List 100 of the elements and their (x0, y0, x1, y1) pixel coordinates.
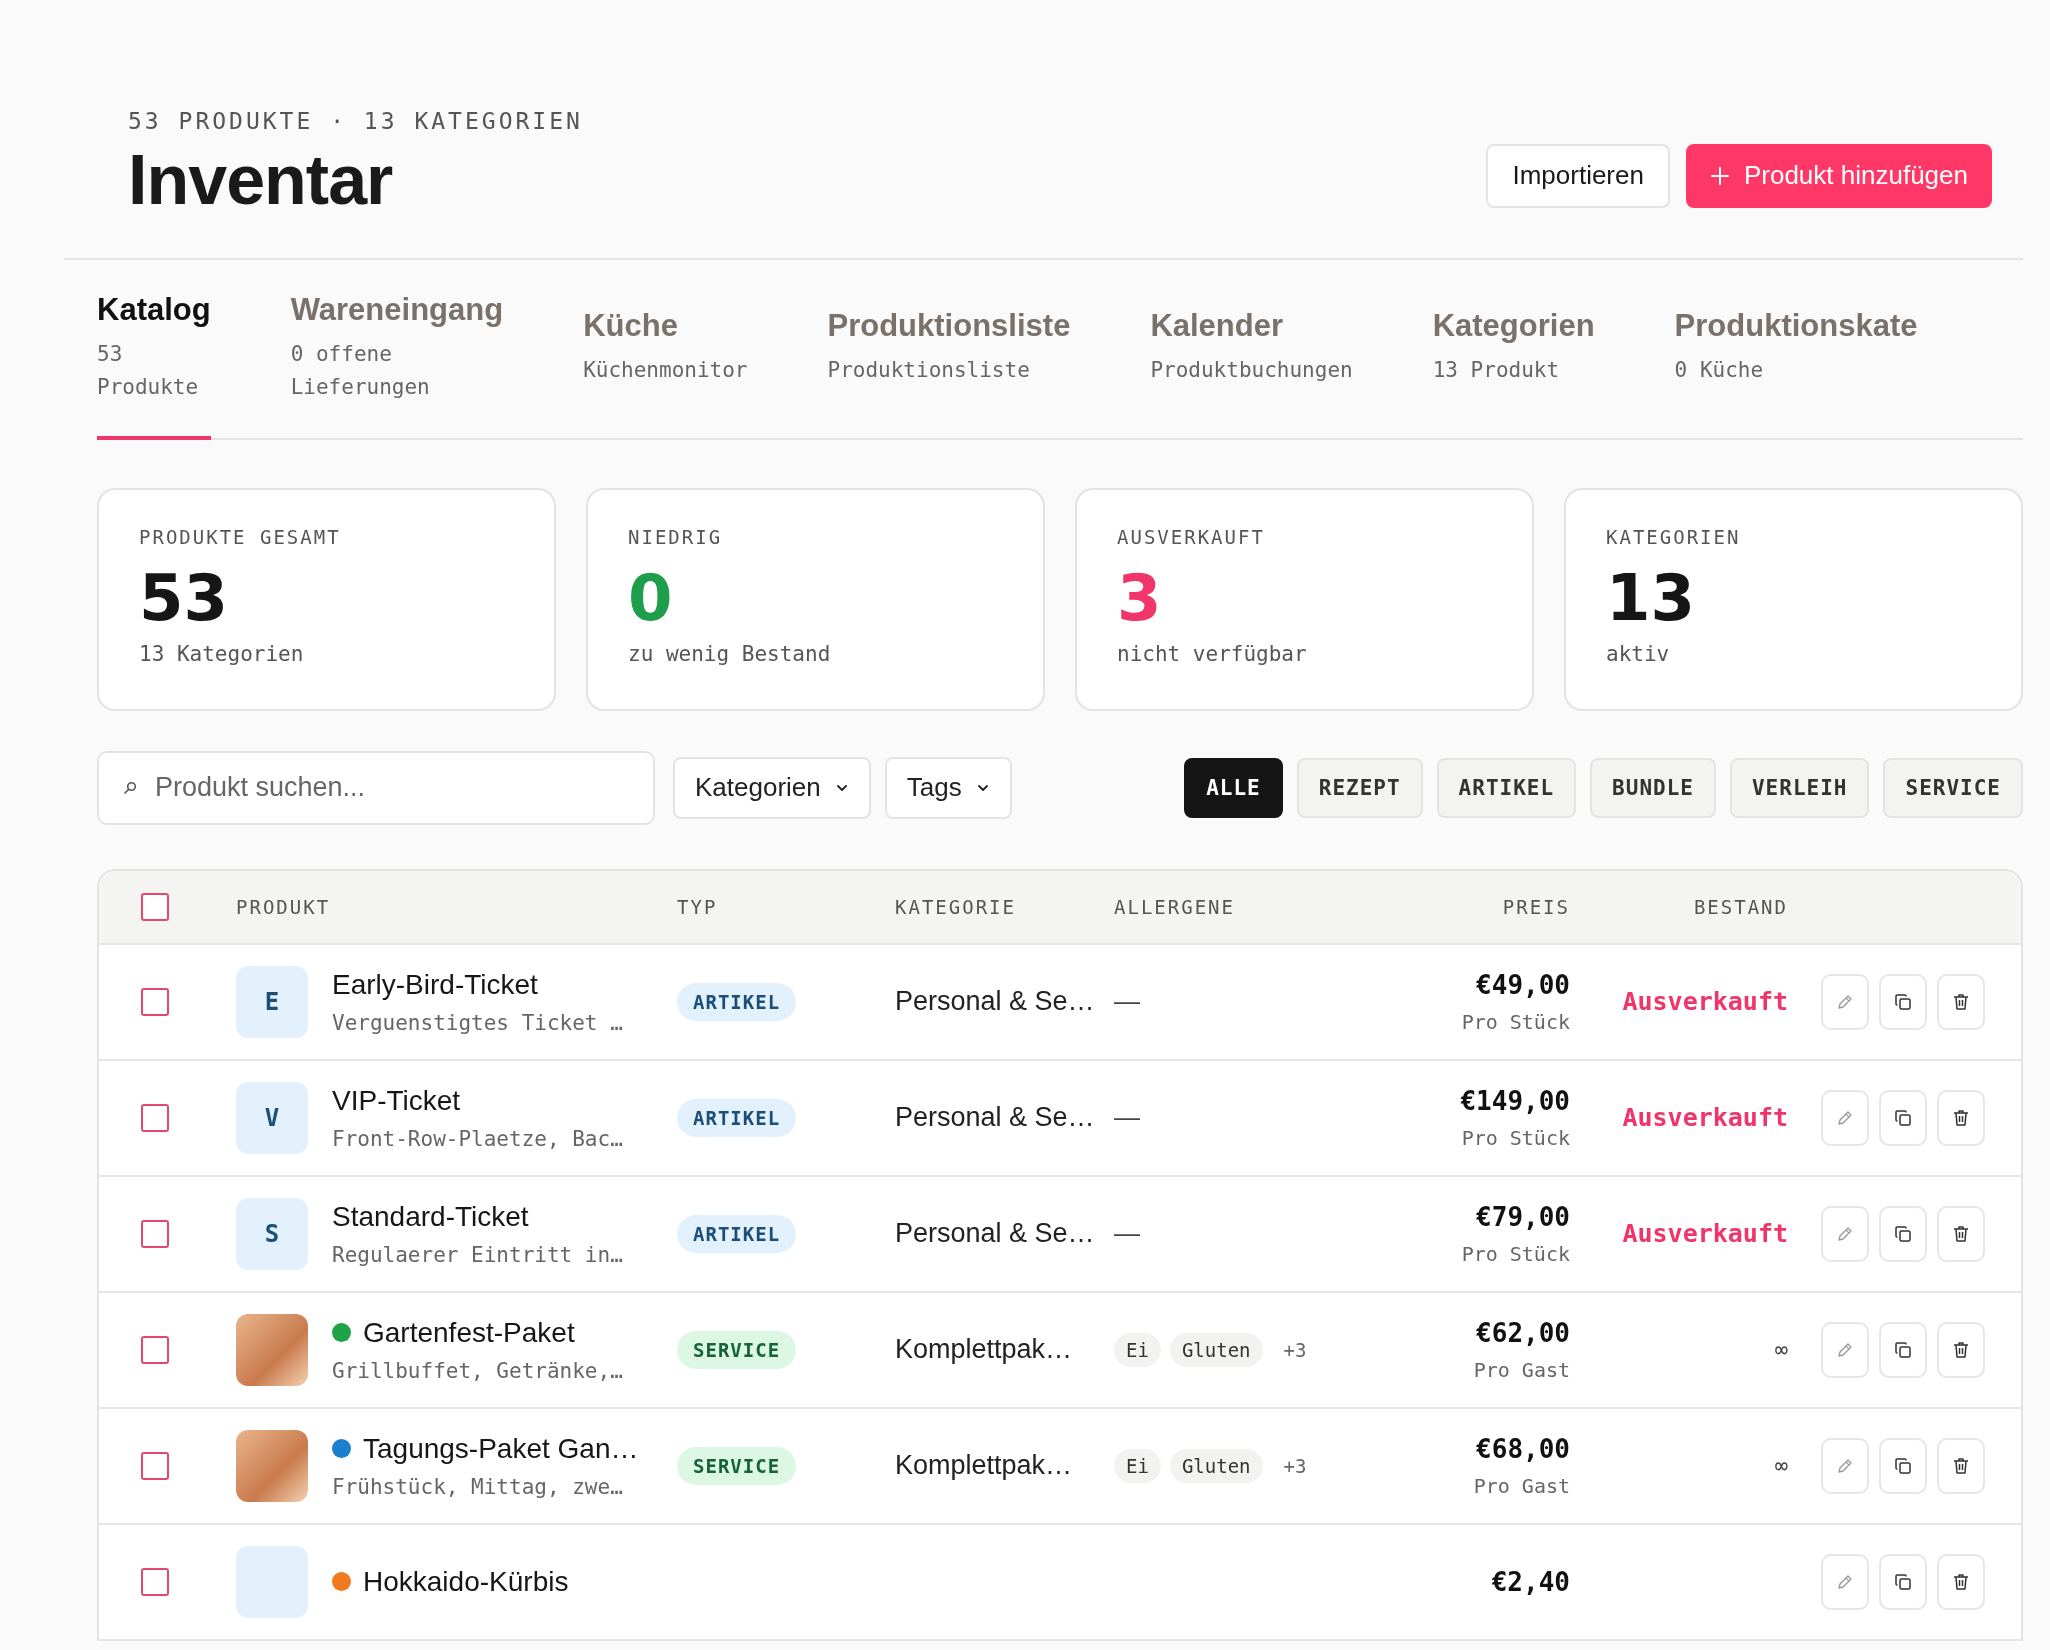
delete-button[interactable] (1937, 973, 1985, 1030)
tab[interactable]: Katalog 53 Produkte (97, 259, 211, 440)
filter-dropdown[interactable]: Tags (884, 756, 1012, 819)
trash-icon (1951, 1455, 1971, 1476)
price: €68,00 (1476, 1433, 1570, 1464)
tab[interactable]: Kalender Produktbuchungen (1150, 259, 1353, 440)
price-unit: Pro Stück (1461, 1009, 1570, 1034)
price: €49,00 (1476, 969, 1570, 1000)
product-name: Standard-Ticket (332, 1200, 529, 1233)
type-badge: ARTIKEL (677, 1098, 797, 1137)
row-checkbox[interactable] (141, 1567, 169, 1596)
row-checkbox[interactable] (141, 987, 169, 1016)
type-badge: ARTIKEL (677, 1214, 797, 1253)
column-header: KATEGORIE (895, 895, 1016, 918)
duplicate-button[interactable] (1879, 1205, 1927, 1262)
duplicate-button[interactable] (1879, 1321, 1927, 1378)
allergen-tag: Ei (1114, 1448, 1161, 1483)
category-text: Personal & Se… (895, 1102, 1095, 1133)
product-description: Regulaerer Eintritt in… (332, 1242, 623, 1267)
product-description: Front-Row-Plaetze, Bac… (332, 1126, 623, 1151)
row-checkbox[interactable] (141, 1103, 169, 1132)
filter-dropdown[interactable]: Kategorien (673, 756, 871, 819)
stock-status: Ausverkauft (1622, 1219, 1788, 1248)
column-header: TYP (677, 895, 718, 918)
price-unit: Pro Stück (1461, 1125, 1570, 1150)
stock-status: Ausverkauft (1622, 987, 1788, 1016)
select-all-checkbox[interactable] (141, 892, 169, 921)
type-filter-chip[interactable]: BUNDLE (1590, 757, 1716, 818)
category-text: Komplettpak… (895, 1450, 1073, 1481)
stock-status: Ausverkauft (1622, 1103, 1788, 1132)
tab[interactable]: Wareneingang 0 offene Lieferungen (290, 259, 504, 440)
allergen-tag: Gluten (1169, 1332, 1263, 1367)
trash-icon (1951, 1571, 1971, 1592)
price: €62,00 (1476, 1317, 1570, 1348)
row-checkbox[interactable] (141, 1335, 169, 1364)
product-avatar: E (236, 965, 308, 1038)
type-filter-chip[interactable]: REZEPT (1296, 757, 1423, 818)
stock-status: ∞ (1774, 1337, 1788, 1362)
stat-value: 0 (628, 559, 674, 637)
category-text: Personal & Se… (895, 1218, 1095, 1249)
stat-value: 13 (1606, 559, 1697, 637)
page-title: Inventar (128, 144, 394, 218)
plus-icon (1709, 165, 1730, 186)
more-allergens-count: +3 (1283, 1338, 1307, 1361)
duplicate-button[interactable] (1879, 1089, 1927, 1146)
more-allergens-count: +3 (1283, 1454, 1307, 1477)
no-allergens-text: — (1114, 986, 1140, 1017)
price-unit: Pro Gast (1473, 1473, 1570, 1498)
trash-icon (1951, 1107, 1971, 1128)
product-name: Gartenfest-Paket (363, 1316, 575, 1349)
product-avatar: S (236, 1197, 308, 1270)
allergen-tag: Ei (1114, 1332, 1161, 1367)
category-text: Komplettpak… (895, 1334, 1073, 1365)
tab[interactable]: Produktionskate 0 Küche (1674, 259, 1918, 440)
stat-note: aktiv (1606, 642, 1671, 667)
search-icon (123, 780, 137, 795)
price: €79,00 (1476, 1201, 1570, 1232)
duplicate-button[interactable] (1879, 1553, 1927, 1610)
stat-label: AUSVERKAUFT (1117, 525, 1266, 548)
tab[interactable]: Produktionsliste Produktionsliste (827, 259, 1071, 440)
price: €149,00 (1460, 1085, 1570, 1116)
delete-button[interactable] (1937, 1205, 1985, 1262)
stat-label: NIEDRIG (628, 525, 724, 548)
delete-button[interactable] (1937, 1321, 1985, 1378)
trash-icon (1951, 991, 1971, 1012)
column-header: PRODUKT (236, 895, 331, 918)
product-avatar: V (236, 1081, 308, 1154)
column-header: PREIS (1502, 895, 1570, 918)
type-badge: ARTIKEL (677, 982, 797, 1021)
copy-icon (1893, 1455, 1913, 1476)
type-filter-chip[interactable]: VERLEIH (1729, 757, 1870, 818)
type-filter-chip[interactable]: ARTIKEL (1436, 757, 1577, 818)
stock-status: ∞ (1774, 1453, 1788, 1478)
delete-button[interactable] (1937, 1553, 1985, 1610)
product-description: Verguenstigtes Ticket … (332, 1010, 623, 1035)
copy-icon (1893, 1223, 1913, 1244)
tab[interactable]: Küche Küchenmonitor (583, 259, 748, 440)
duplicate-button[interactable] (1879, 973, 1927, 1030)
delete-button[interactable] (1937, 1437, 1985, 1494)
category-text: Personal & Se… (895, 986, 1095, 1017)
row-checkbox[interactable] (141, 1219, 169, 1248)
row-checkbox[interactable] (141, 1451, 169, 1480)
stat-note: nicht verfügbar (1117, 642, 1308, 667)
tab[interactable]: Kategorien 13 Produkt (1432, 259, 1595, 440)
product-description: Frühstück, Mittag, zwe… (332, 1474, 624, 1499)
copy-icon (1893, 1339, 1913, 1360)
search-field[interactable]: Produkt suchen... (97, 750, 655, 825)
trash-icon (1951, 1223, 1971, 1244)
no-allergens-text: — (1114, 1218, 1140, 1249)
type-badge: SERVICE (677, 1446, 797, 1485)
delete-button[interactable] (1937, 1089, 1985, 1146)
type-filter-chip[interactable]: SERVICE (1883, 757, 2023, 818)
import-button[interactable]: Importieren (1486, 143, 1670, 208)
duplicate-button[interactable] (1879, 1437, 1927, 1494)
price: €2,40 (1491, 1566, 1570, 1597)
type-filter-chip[interactable]: ALLE (1184, 757, 1283, 818)
copy-icon (1893, 1571, 1913, 1592)
product-description: Grillbuffet, Getränke,… (332, 1358, 623, 1383)
allergen-tag: Gluten (1169, 1448, 1263, 1483)
product-name: Hokkaido-Kürbis (363, 1565, 569, 1598)
